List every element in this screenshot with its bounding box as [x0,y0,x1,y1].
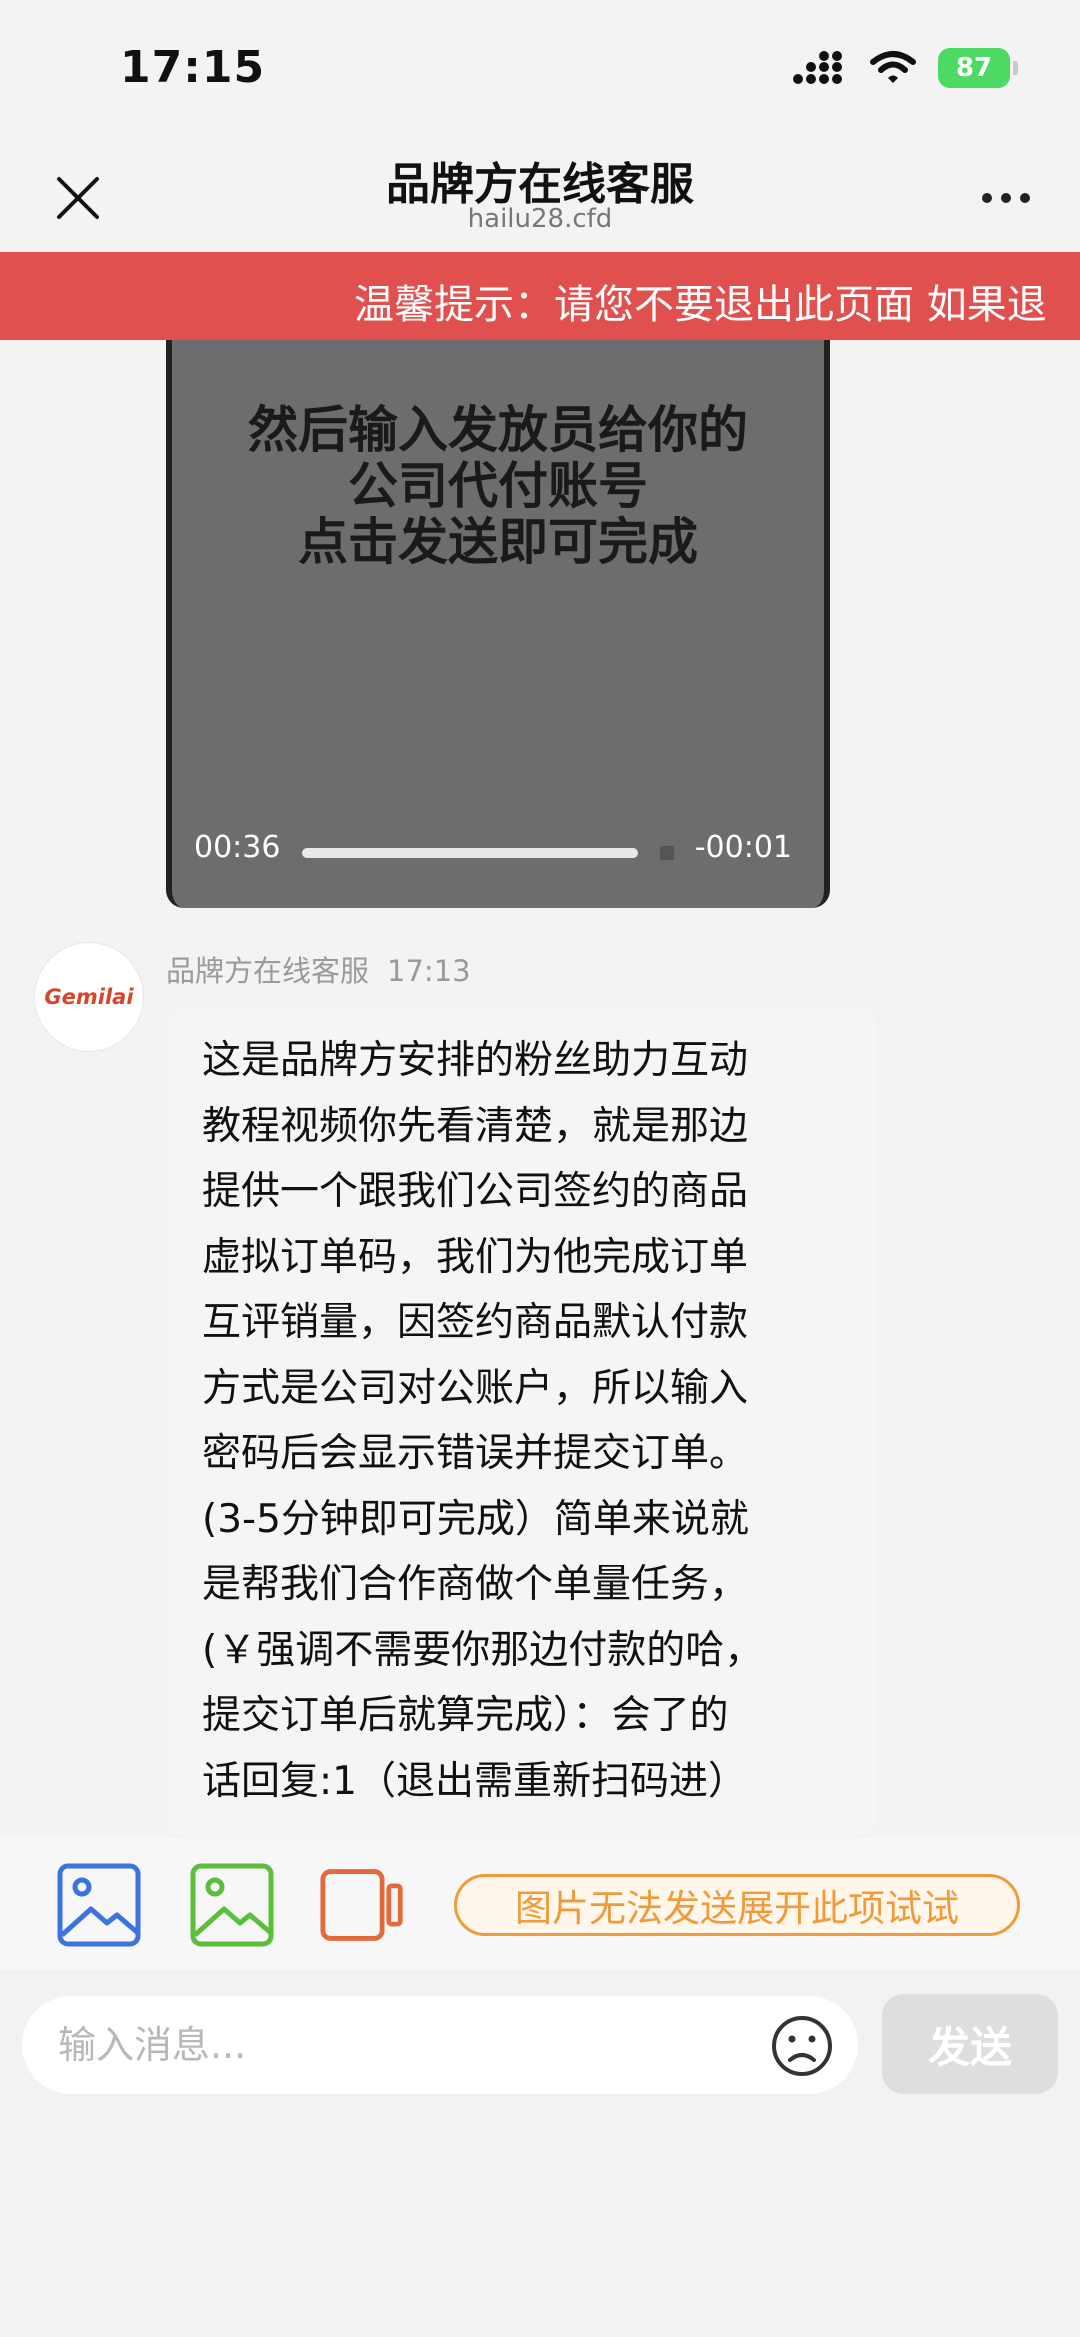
image-icon [190,1863,274,1947]
input-bar: 发送 [0,1970,1080,2120]
video-caption-line: 点击发送即可完成 [298,513,698,571]
video-caption-line: 公司代付账号 [348,457,648,515]
video-caption: 然后输入发放员给你的 公司代付账号 点击发送即可完成 [172,402,824,570]
send-button[interactable]: 发送 [882,1994,1058,2094]
video-remaining-time: -00:01 [694,830,792,865]
message-line: 提供一个跟我们公司签约的商品 [202,1169,749,1214]
status-icons: 87 [792,48,1018,88]
send-image-button[interactable] [56,1862,142,1948]
attachment-toolbar: 图片无法发送展开此项试试 [0,1838,1080,1970]
video-player[interactable]: 然后输入发放员给你的 公司代付账号 点击发送即可完成 00:36 -00:01 [166,340,830,908]
video-current-time: 00:36 [194,830,281,865]
wifi-icon [870,51,916,83]
message-input[interactable] [22,1996,858,2094]
more-dot-icon [1001,193,1011,203]
battery-level: 87 [955,53,993,83]
video-camera-icon [320,1869,403,1941]
message-line: (3-5分钟即可完成）简单来说就 [202,1496,749,1542]
avatar-logo: Gemilai [44,985,134,1009]
sad-face-icon [772,2016,832,2076]
message-line: 这是品牌方安排的粉丝助力互动 [202,1038,749,1083]
message-line: 是帮我们合作商做个单量任务， [202,1562,749,1607]
page-subtitle: hailu28.cfd [467,204,613,234]
status-time: 17:15 [120,42,266,93]
message-line: 互评销量，因签约商品默认付款 [202,1300,749,1345]
message-line: 方式是公司对公账户，所以输入 [202,1365,749,1411]
notice-banner: 温馨提示：请您不要退出此页面 如果退 [0,252,1080,340]
message-line: 提交订单后就算完成）：会了的 [202,1693,729,1738]
video-caption-line: 然后输入发放员给你的 [248,401,748,459]
cellular-signal-icon [793,51,842,84]
avatar[interactable]: Gemilai [34,942,144,1052]
page-title: 品牌方在线客服 [386,159,694,210]
image-icon [57,1863,141,1947]
more-dot-icon [982,193,992,203]
status-bar: 17:15 87 [0,0,1080,140]
video-controls: 00:36 -00:01 [172,830,824,870]
image-fallback-button[interactable]: 图片无法发送展开此项试试 [454,1874,1020,1936]
send-photo-button[interactable] [189,1862,275,1948]
message-line: 密码后会显示错误并提交订单。 [202,1431,749,1476]
more-dot-icon [1020,193,1030,203]
message-line: (￥强调不需要你那边付款的哈， [202,1627,764,1673]
notice-text: 温馨提示：请您不要退出此页面 如果退 [354,282,1047,328]
video-scrubber-handle[interactable] [660,846,674,860]
message-line: 教程视频你先看清楚，就是那边 [202,1103,749,1149]
battery-icon: 87 [938,48,1018,88]
send-video-button[interactable] [320,1862,406,1948]
video-progress-bar[interactable] [302,848,638,858]
message-meta: 品牌方在线客服 17:13 [166,948,471,990]
message-line: 虚拟订单码，我们为他完成订单 [202,1234,749,1280]
header: 品牌方在线客服 hailu28.cfd [0,140,1080,252]
more-button[interactable] [968,170,1044,226]
message-bubble: 这是品牌方安排的粉丝助力互动 教程视频你先看清楚，就是那边 提供一个跟我们公司签… [166,1008,876,1836]
message-time: 17:13 [387,954,471,988]
emoji-button[interactable] [770,2014,834,2078]
message-line: 话回复:1（退出需重新扫码进） [202,1758,747,1804]
message-sender: 品牌方在线客服 [166,954,370,988]
